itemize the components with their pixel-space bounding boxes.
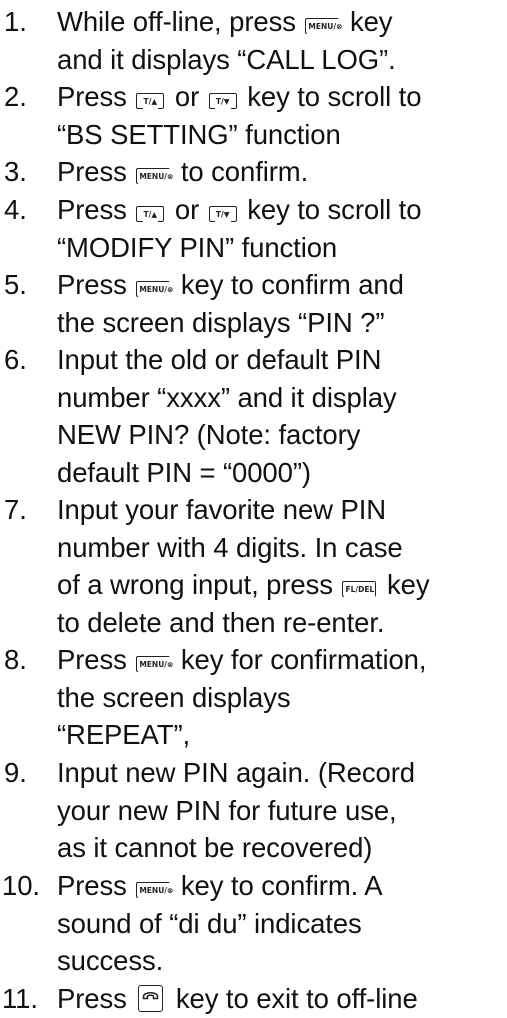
step-text: While off-line, press: [57, 6, 304, 37]
step-line: “MODIFY PIN” function: [57, 229, 337, 267]
step-text: to confirm.: [173, 156, 309, 187]
step-line: NEW PIN? (Note: factory: [57, 416, 360, 454]
step-text: the screen displays “PIN ?”: [57, 306, 385, 338]
step-line: Press MENU/⊗ key to confirm. A: [57, 867, 383, 905]
step-text: key to confirm. A: [173, 870, 383, 901]
step-text: NEW PIN? (Note: factory: [57, 419, 361, 450]
menu-key-label: MENU/⊗: [307, 19, 344, 35]
step-text: number with 4 digits. In case: [57, 531, 403, 563]
step-line: Input your favorite new PIN: [57, 491, 386, 529]
down-key-label: T/▼: [214, 207, 231, 223]
step-line: the screen displays: [57, 679, 291, 717]
step-text: key to exit to off-line: [168, 983, 418, 1014]
step-line: of a wrong input, press FL/DEL key: [57, 566, 430, 604]
down-key-icon: T/▼: [208, 93, 237, 110]
step-line: Input new PIN again. (Record: [57, 754, 415, 792]
step-line: to delete and then re-enter.: [57, 604, 385, 642]
step-number: 10.: [2, 870, 40, 901]
step-line: Press MENU/⊗ key for confirmation,: [57, 641, 426, 679]
step-line: number “xxxx” and it display: [57, 379, 397, 417]
menu-key-icon: MENU/⊗: [136, 168, 175, 185]
menu-key-icon: MENU/⊗: [136, 882, 175, 899]
step-number: 7.: [4, 494, 27, 525]
step-line: Press key to exit to off-line: [57, 980, 418, 1018]
menu-key-icon: MENU/⊗: [136, 281, 175, 298]
up-key-label: T/▲: [142, 94, 159, 110]
down-key-icon: T/▼: [208, 206, 237, 223]
fl-key-label: FL/DEL: [344, 582, 376, 598]
phone-key-icon: [138, 985, 164, 1012]
step-text: Press: [57, 644, 135, 675]
down-key-label: T/▼: [214, 94, 231, 110]
step-number: 5.: [4, 269, 27, 300]
step-text: or: [167, 81, 207, 112]
step-text: your new PIN for future use,: [57, 794, 397, 826]
menu-key-label: MENU/⊗: [138, 282, 175, 298]
step-text: and it displays “CALL LOG”.: [57, 43, 396, 75]
step-text: success.: [57, 945, 164, 976]
step-number: 3.: [4, 156, 27, 187]
step-line: default PIN = “0000”): [57, 454, 311, 492]
step-text: as it cannot be recovered): [57, 832, 373, 863]
step-number: 9.: [4, 757, 27, 788]
step-text: “MODIFY PIN” function: [57, 231, 338, 263]
step-text: key for confirmation,: [173, 644, 427, 675]
menu-key-icon: MENU/⊗: [136, 656, 175, 673]
step-line: success.: [57, 942, 163, 980]
step-line: “REPEAT”,: [57, 716, 190, 754]
step-line: Press T/▲ or T/▼ key to scroll to: [57, 191, 421, 229]
step-line: “BS SETTING” function: [57, 116, 341, 154]
step-line: and it displays “CALL LOG”.: [57, 41, 396, 79]
step-line: Input the old or default PIN: [57, 341, 381, 379]
step-number: 4.: [4, 194, 27, 225]
step-text: to delete and then re-enter.: [57, 606, 385, 638]
step-line: as it cannot be recovered): [57, 829, 372, 867]
step-text: key: [342, 6, 393, 37]
step-line: sound of “di du” indicates: [57, 905, 362, 943]
step-text: or: [167, 194, 207, 225]
menu-key-label: MENU/⊗: [138, 169, 175, 185]
step-text: Input new PIN again. (Record: [57, 757, 415, 788]
step-text: key to confirm and: [173, 269, 404, 300]
step-text: default PIN = “0000”): [57, 456, 311, 488]
menu-key-label: MENU/⊗: [138, 883, 175, 899]
fl-key-icon: FL/DEL: [342, 581, 377, 598]
step-number: 8.: [4, 644, 27, 675]
up-key-label: T/▲: [142, 207, 159, 223]
up-key-icon: T/▲: [136, 93, 165, 110]
step-text: key to scroll to: [239, 81, 422, 112]
step-text: Press: [57, 269, 135, 300]
step-text: the screen displays: [57, 681, 291, 713]
step-text: Press: [57, 983, 135, 1014]
menu-key-label: MENU/⊗: [138, 657, 175, 673]
step-number: 6.: [4, 344, 27, 375]
step-text: Press: [57, 81, 135, 112]
step-text: key to scroll to: [239, 194, 422, 225]
step-line: Press MENU/⊗ to confirm.: [57, 153, 308, 191]
step-line: number with 4 digits. In case: [57, 529, 403, 567]
step-text: Press: [57, 870, 135, 901]
step-text: sound of “di du” indicates: [57, 907, 362, 939]
step-text: Press: [57, 194, 135, 225]
instruction-page: 1. While off-line, press MENU/⊗ key and it…: [0, 0, 507, 1014]
menu-key-icon: MENU/⊗: [305, 18, 344, 35]
step-text: of a wrong input, press: [57, 569, 341, 600]
step-line: Press T/▲ or T/▼ key to scroll to: [57, 78, 421, 116]
step-text: “REPEAT”,: [57, 719, 191, 750]
step-text: key: [379, 569, 430, 600]
step-text: “BS SETTING” function: [57, 118, 341, 150]
step-number: 1.: [4, 6, 27, 37]
step-text: Input the old or default PIN: [57, 344, 382, 375]
step-line: your new PIN for future use,: [57, 792, 397, 830]
step-line: Press MENU/⊗ key to confirm and: [57, 266, 404, 304]
step-number: 2.: [4, 81, 27, 112]
step-text: Press: [57, 156, 135, 187]
step-line: While off-line, press MENU/⊗ key: [57, 3, 393, 41]
up-key-icon: T/▲: [136, 206, 165, 223]
step-text: number “xxxx” and it display: [57, 381, 397, 413]
step-number: 11.: [2, 983, 38, 1014]
step-line: the screen displays “PIN ?”: [57, 304, 385, 342]
step-text: Input your favorite new PIN: [57, 494, 386, 525]
